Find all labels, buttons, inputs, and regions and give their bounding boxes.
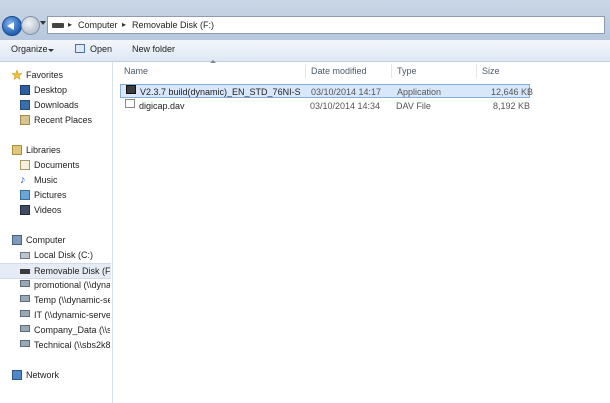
breadcrumb-removable-disk[interactable]: Removable Disk (F:) [132, 20, 214, 30]
file-row[interactable]: digicap.dav 03/10/2014 14:34 DAV File 8,… [120, 99, 530, 113]
nav-videos[interactable]: Videos [20, 203, 110, 217]
application-icon [126, 85, 136, 94]
address-field[interactable]: ▸ Computer ▸ Removable Disk (F:) [47, 16, 605, 34]
open-icon[interactable] [75, 44, 85, 53]
column-divider[interactable] [476, 64, 477, 78]
file-size: 12,646 KB [491, 87, 534, 97]
network-drive-icon [20, 280, 30, 287]
back-button[interactable] [2, 16, 22, 36]
hard-drive-icon [20, 252, 30, 259]
nav-network-drive-temp[interactable]: Temp (\\dynamic-se [20, 293, 110, 307]
nav-libraries[interactable]: Libraries [12, 143, 110, 157]
breadcrumb-computer[interactable]: Computer [78, 20, 118, 30]
music-icon: ♪ [20, 174, 26, 186]
nav-computer[interactable]: Computer [12, 233, 110, 247]
recent-pages-dropdown-icon[interactable] [40, 21, 46, 25]
downloads-icon [20, 100, 30, 110]
nav-documents[interactable]: Documents [20, 158, 110, 172]
nav-local-disk-c[interactable]: Local Disk (C:) [20, 248, 110, 262]
desktop-icon [20, 85, 30, 95]
network-drive-icon [20, 340, 30, 347]
documents-icon [20, 160, 30, 170]
file-type: Application [397, 87, 442, 97]
pictures-icon [20, 190, 30, 200]
address-bar-region: ▸ Computer ▸ Removable Disk (F:) [0, 0, 610, 40]
column-header-name[interactable]: Name [124, 66, 148, 76]
column-header-size[interactable]: Size [482, 66, 500, 76]
computer-icon [12, 235, 22, 245]
removable-disk-icon [20, 269, 30, 274]
file-type: DAV File [396, 101, 431, 111]
nav-network-drive-company-data[interactable]: Company_Data (\\sb [20, 323, 110, 337]
nav-recent-places[interactable]: Recent Places [20, 113, 110, 127]
nav-music[interactable]: ♪ Music [20, 173, 110, 187]
chevron-right-icon[interactable]: ▸ [68, 20, 72, 29]
forward-button[interactable] [21, 16, 40, 35]
nav-network-drive-promotional[interactable]: promotional (\\dyna [20, 278, 110, 292]
nav-network[interactable]: Network [12, 368, 110, 382]
network-icon [12, 370, 22, 380]
command-bar: Organize Open New folder [0, 40, 610, 62]
nav-network-drive-it[interactable]: IT (\\dynamic-serve [20, 308, 110, 322]
libraries-icon [12, 145, 22, 155]
network-drive-icon [20, 310, 30, 317]
column-header-type[interactable]: Type [397, 66, 417, 76]
videos-icon [20, 205, 30, 215]
star-icon [12, 70, 22, 80]
nav-removable-disk-f[interactable]: Removable Disk (F:) [0, 263, 111, 279]
new-folder-button[interactable]: New folder [132, 44, 175, 54]
file-date: 03/10/2014 14:34 [310, 101, 381, 111]
file-date: 03/10/2014 14:17 [311, 87, 382, 97]
column-divider[interactable] [391, 64, 392, 78]
drive-icon [52, 23, 64, 28]
open-button[interactable]: Open [90, 44, 112, 54]
network-drive-icon [20, 295, 30, 302]
column-header-date-modified[interactable]: Date modified [311, 66, 367, 76]
nav-favorites[interactable]: Favorites [12, 68, 110, 82]
nav-network-drive-technical[interactable]: Technical (\\sbs2k8) [20, 338, 110, 352]
organize-button[interactable]: Organize [11, 44, 48, 54]
file-name: digicap.dav [139, 101, 185, 111]
nav-desktop[interactable]: Desktop [20, 83, 110, 97]
file-name: V2.3.7 build(dynamic)_EN_STD_76NI-SE s..… [140, 87, 300, 97]
chevron-right-icon[interactable]: ▸ [122, 20, 126, 29]
nav-downloads[interactable]: Downloads [20, 98, 110, 112]
file-row[interactable]: V2.3.7 build(dynamic)_EN_STD_76NI-SE s..… [120, 84, 534, 98]
column-divider[interactable] [305, 64, 306, 78]
chevron-down-icon[interactable] [48, 49, 54, 52]
file-size: 8,192 KB [493, 101, 531, 111]
file-icon [125, 99, 135, 108]
sort-indicator-icon [210, 60, 216, 63]
network-drive-icon [20, 325, 30, 332]
recent-places-icon [20, 115, 30, 125]
nav-pictures[interactable]: Pictures [20, 188, 110, 202]
